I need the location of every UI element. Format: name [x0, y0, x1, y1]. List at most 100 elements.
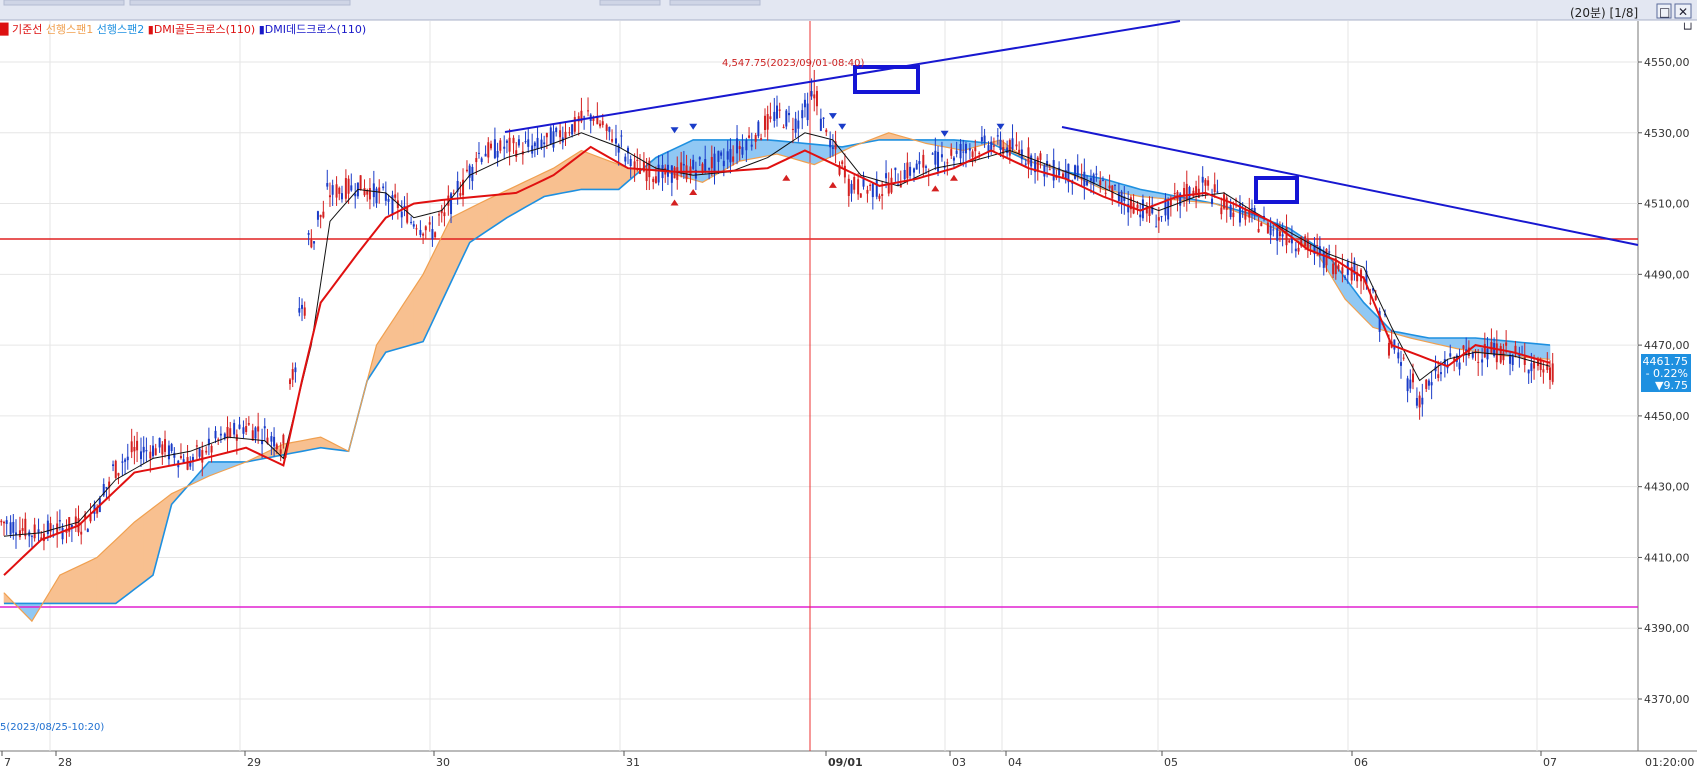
- price-bar-body: [173, 452, 176, 458]
- price-bar-body: [1074, 165, 1077, 179]
- price-bar-body: [559, 130, 562, 138]
- current-price-box: 4461.75 - 0.22% ▼9.75: [1641, 354, 1691, 392]
- price-bar-body: [145, 450, 148, 452]
- price-bar-body: [624, 156, 627, 162]
- price-bar-body: [1229, 205, 1232, 217]
- price-bar-body: [372, 183, 375, 198]
- price-bar-body: [1173, 193, 1176, 195]
- cloud-segment: [767, 139, 778, 157]
- price-bar-body: [1332, 263, 1335, 275]
- price-bar-body: [946, 162, 949, 164]
- price-bar-body: [124, 459, 127, 462]
- price-bar-body: [133, 446, 136, 452]
- y-tick-label: 4410,00: [1644, 551, 1690, 564]
- price-bar-body: [291, 369, 294, 380]
- price-bar-body: [1481, 359, 1484, 363]
- price-bar-body: [710, 156, 713, 169]
- price-bar-body: [543, 142, 546, 145]
- price-bar-body: [912, 168, 915, 173]
- price-bar-body: [654, 176, 657, 184]
- price-bar-body: [130, 441, 133, 453]
- price-bar-body: [154, 448, 157, 456]
- price-bar-body: [1108, 185, 1111, 189]
- price-bar-body: [592, 118, 595, 121]
- price-bar-body: [1207, 180, 1210, 186]
- price-bar-body: [552, 131, 555, 148]
- price-bar-body: [1048, 169, 1051, 171]
- x-tick-label: 31: [626, 756, 640, 769]
- y-tick-label: 4490,00: [1644, 268, 1690, 281]
- price-bar-body: [307, 232, 310, 235]
- price-bar-body: [964, 143, 967, 154]
- price-bar-body: [201, 450, 204, 463]
- price-bar-body: [1101, 180, 1104, 182]
- price-bar-body: [614, 138, 617, 144]
- price-bar-body: [499, 140, 502, 151]
- price-bar-body: [571, 124, 574, 135]
- price-bar-body: [18, 530, 21, 538]
- price-bar-body: [1341, 267, 1344, 274]
- price-bar-body: [1294, 248, 1297, 252]
- price-bar-body: [515, 150, 518, 158]
- price-bar-body: [890, 177, 893, 193]
- price-bar-body: [30, 535, 33, 537]
- price-bar-body: [1418, 395, 1421, 408]
- price-bar-body: [161, 444, 164, 455]
- cloud-segment: [748, 139, 759, 160]
- price-bar-body: [1139, 214, 1142, 218]
- price-bar-body: [869, 184, 872, 186]
- price-bar-body: [999, 139, 1002, 150]
- price-bar-body: [340, 193, 343, 200]
- cloud-segment: [115, 530, 126, 605]
- price-bar-body: [335, 184, 338, 198]
- price-bar-body: [465, 169, 468, 172]
- price-bar-body: [831, 147, 834, 149]
- price-bar-body: [214, 430, 217, 439]
- price-bar-body: [857, 179, 860, 195]
- cloud-segment: [134, 514, 144, 590]
- price-bar-body: [58, 520, 61, 522]
- price-bar-body: [1027, 147, 1030, 165]
- price-bar-body: [859, 193, 862, 198]
- price-bar-body: [1530, 363, 1533, 372]
- price-bar-body: [496, 151, 499, 158]
- price-bar-body: [748, 135, 751, 138]
- price-bar-body: [1089, 178, 1092, 181]
- price-bar-body: [1502, 352, 1505, 361]
- price-bar-body: [782, 126, 785, 128]
- price-bar-body: [1297, 247, 1300, 252]
- price-bar-body: [760, 138, 763, 140]
- price-bar-body: [922, 154, 925, 168]
- price-bar-body: [841, 161, 844, 164]
- price-bar-body: [670, 165, 673, 183]
- price-bar-body: [170, 444, 173, 452]
- price-bar-body: [909, 166, 912, 176]
- price-bar-body: [918, 161, 921, 165]
- x-tick-label: 7: [4, 756, 11, 769]
- price-bar-body: [608, 126, 611, 132]
- scale-toggle-icon[interactable]: └┘: [1681, 22, 1694, 36]
- price-bar-body: [338, 187, 341, 194]
- price-bar-body: [1316, 245, 1319, 247]
- price-bar-body: [0, 520, 3, 523]
- price-bar-body: [1008, 140, 1011, 156]
- price-bar-body: [512, 137, 515, 144]
- price-bar-body: [871, 183, 874, 198]
- price-bar-body: [428, 222, 431, 225]
- price-bar-body: [573, 117, 576, 132]
- price-bar-body: [1462, 345, 1465, 349]
- price-bar-body: [636, 159, 639, 161]
- price-bar-body: [673, 167, 676, 179]
- price-bar-body: [1113, 184, 1116, 186]
- price-bar-body: [347, 178, 350, 194]
- price-bar-body: [121, 461, 124, 463]
- price-bar-body: [611, 139, 614, 142]
- price-bar-body: [1533, 361, 1536, 369]
- price-chart[interactable]: 4,547.75(2023/09/01-08:40) 5(2023/08/25-…: [0, 0, 1697, 770]
- price-bar-body: [1387, 343, 1390, 356]
- price-bar-body: [1244, 209, 1247, 220]
- price-bar-body: [1511, 355, 1514, 365]
- price-bar-body: [1260, 223, 1263, 227]
- price-bar-body: [229, 428, 232, 438]
- price-bar-body: [1337, 264, 1340, 270]
